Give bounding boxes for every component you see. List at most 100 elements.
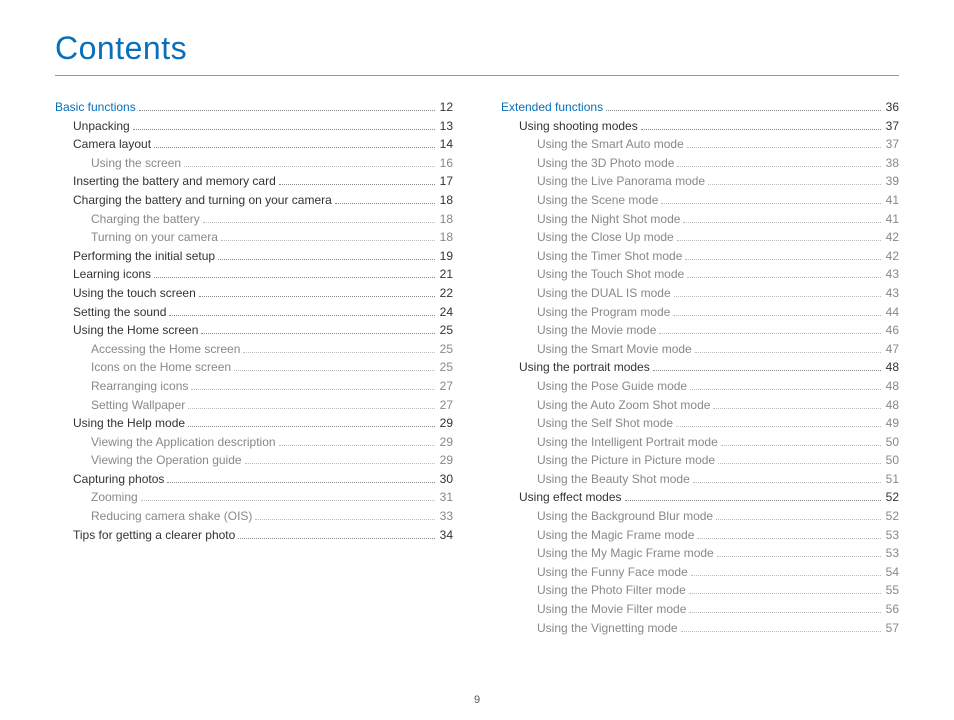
toc-entry-label: Using the Beauty Shot mode	[537, 470, 690, 489]
toc-entry[interactable]: Using the Vignetting mode 57	[501, 619, 899, 638]
toc-leader-dots	[685, 259, 880, 260]
toc-entry[interactable]: Viewing the Application description 29	[55, 433, 453, 452]
toc-entry[interactable]: Using the Movie Filter mode 56	[501, 600, 899, 619]
toc-leader-dots	[188, 426, 435, 427]
toc-entry-label: Using the Self Shot mode	[537, 414, 673, 433]
toc-leader-dots	[184, 166, 435, 167]
toc-entry[interactable]: Using the Scene mode 41	[501, 191, 899, 210]
toc-entry-label: Charging the battery and turning on your…	[73, 191, 332, 210]
toc-entry[interactable]: Using the Beauty Shot mode 51	[501, 470, 899, 489]
toc-entry[interactable]: Using the screen 16	[55, 154, 453, 173]
toc-entry[interactable]: Using the Self Shot mode 49	[501, 414, 899, 433]
toc-entry[interactable]: Using the Program mode 44	[501, 303, 899, 322]
toc-entry[interactable]: Using the touch screen 22	[55, 284, 453, 303]
toc-entry[interactable]: Performing the initial setup 19	[55, 247, 453, 266]
toc-entry[interactable]: Using effect modes 52	[501, 488, 899, 507]
toc-entry-page: 29	[438, 414, 453, 433]
toc-entry-label: Using the Smart Auto mode	[537, 135, 684, 154]
toc-entry[interactable]: Using the Timer Shot mode 42	[501, 247, 899, 266]
toc-entry[interactable]: Turning on your camera 18	[55, 228, 453, 247]
toc-leader-dots	[673, 315, 880, 316]
toc-entry[interactable]: Capturing photos 30	[55, 470, 453, 489]
toc-leader-dots	[697, 538, 880, 539]
toc-entry[interactable]: Using the Help mode 29	[55, 414, 453, 433]
toc-entry[interactable]: Using the 3D Photo mode 38	[501, 154, 899, 173]
toc-entry-page: 14	[438, 135, 453, 154]
toc-leader-dots	[681, 631, 881, 632]
toc-entry[interactable]: Accessing the Home screen 25	[55, 340, 453, 359]
toc-entry-label: Using the Picture in Picture mode	[537, 451, 715, 470]
toc-entry[interactable]: Using the Pose Guide mode 48	[501, 377, 899, 396]
toc-leader-dots	[167, 482, 434, 483]
toc-leader-dots	[154, 147, 435, 148]
toc-entry[interactable]: Using the Touch Shot mode 43	[501, 265, 899, 284]
toc-entry[interactable]: Setting the sound 24	[55, 303, 453, 322]
toc-entry-label: Rearranging icons	[91, 377, 188, 396]
toc-entry[interactable]: Rearranging icons 27	[55, 377, 453, 396]
toc-entry-label: Using the Help mode	[73, 414, 185, 433]
toc-entry[interactable]: Tips for getting a clearer photo 34	[55, 526, 453, 545]
toc-entry[interactable]: Inserting the battery and memory card 17	[55, 172, 453, 191]
toc-entry-page: 22	[438, 284, 453, 303]
toc-entry[interactable]: Using the Intelligent Portrait mode 50	[501, 433, 899, 452]
toc-entry-label: Using the Timer Shot mode	[537, 247, 682, 266]
toc-entry-page: 25	[438, 340, 453, 359]
toc-leader-dots	[693, 482, 881, 483]
toc-entry[interactable]: Charging the battery and turning on your…	[55, 191, 453, 210]
toc-entry[interactable]: Using the Smart Movie mode 47	[501, 340, 899, 359]
toc-entry[interactable]: Using the Night Shot mode 41	[501, 210, 899, 229]
toc-entry-label: Using the Live Panorama mode	[537, 172, 705, 191]
toc-entry-page: 51	[884, 470, 899, 489]
toc-leader-dots	[141, 500, 435, 501]
toc-leader-dots	[687, 147, 881, 148]
toc-entry[interactable]: Basic functions 12	[55, 98, 453, 117]
toc-entry[interactable]: Setting Wallpaper 27	[55, 396, 453, 415]
toc-entry[interactable]: Learning icons 21	[55, 265, 453, 284]
toc-entry[interactable]: Using the Background Blur mode 52	[501, 507, 899, 526]
toc-entry-page: 48	[884, 396, 899, 415]
toc-entry[interactable]: Using shooting modes 37	[501, 117, 899, 136]
toc-entry[interactable]: Icons on the Home screen 25	[55, 358, 453, 377]
toc-entry[interactable]: Using the Close Up mode 42	[501, 228, 899, 247]
toc-entry[interactable]: Using the portrait modes 48	[501, 358, 899, 377]
toc-entry-label: Using the Movie mode	[537, 321, 656, 340]
toc-entry[interactable]: Reducing camera shake (OIS) 33	[55, 507, 453, 526]
toc-leader-dots	[335, 203, 435, 204]
toc-entry[interactable]: Camera layout 14	[55, 135, 453, 154]
toc-entry[interactable]: Using the Picture in Picture mode 50	[501, 451, 899, 470]
toc-entry[interactable]: Using the Photo Filter mode 55	[501, 581, 899, 600]
toc-entry-label: Using the screen	[91, 154, 181, 173]
toc-entry-page: 42	[884, 228, 899, 247]
toc-entry-label: Using effect modes	[519, 488, 622, 507]
toc-entry-page: 50	[884, 433, 899, 452]
toc-entry[interactable]: Using the Movie mode 46	[501, 321, 899, 340]
toc-entry[interactable]: Using the Smart Auto mode 37	[501, 135, 899, 154]
toc-entry-page: 33	[438, 507, 453, 526]
toc-entry[interactable]: Unpacking 13	[55, 117, 453, 136]
toc-entry-page: 39	[884, 172, 899, 191]
toc-entry[interactable]: Using the Magic Frame mode 53	[501, 526, 899, 545]
toc-entry[interactable]: Using the Home screen 25	[55, 321, 453, 340]
toc-entry[interactable]: Extended functions 36	[501, 98, 899, 117]
toc-entry-page: 41	[884, 191, 899, 210]
toc-leader-dots	[676, 426, 881, 427]
toc-entry-label: Accessing the Home screen	[91, 340, 240, 359]
toc-entry-page: 18	[438, 228, 453, 247]
toc-entry-label: Camera layout	[73, 135, 151, 154]
toc-entry-label: Viewing the Operation guide	[91, 451, 242, 470]
toc-entry-page: 54	[884, 563, 899, 582]
toc-entry[interactable]: Using the Auto Zoom Shot mode 48	[501, 396, 899, 415]
toc-entry-page: 44	[884, 303, 899, 322]
toc-entry[interactable]: Zooming 31	[55, 488, 453, 507]
toc-entry[interactable]: Using the Funny Face mode 54	[501, 563, 899, 582]
toc-entry[interactable]: Charging the battery 18	[55, 210, 453, 229]
toc-leader-dots	[625, 500, 881, 501]
toc-leader-dots	[641, 129, 881, 130]
toc-entry[interactable]: Viewing the Operation guide 29	[55, 451, 453, 470]
toc-entry-label: Inserting the battery and memory card	[73, 172, 276, 191]
toc-entry[interactable]: Using the Live Panorama mode 39	[501, 172, 899, 191]
toc-leader-dots	[199, 296, 435, 297]
toc-entry[interactable]: Using the My Magic Frame mode 53	[501, 544, 899, 563]
toc-entry[interactable]: Using the DUAL IS mode 43	[501, 284, 899, 303]
toc-entry-page: 25	[438, 321, 453, 340]
